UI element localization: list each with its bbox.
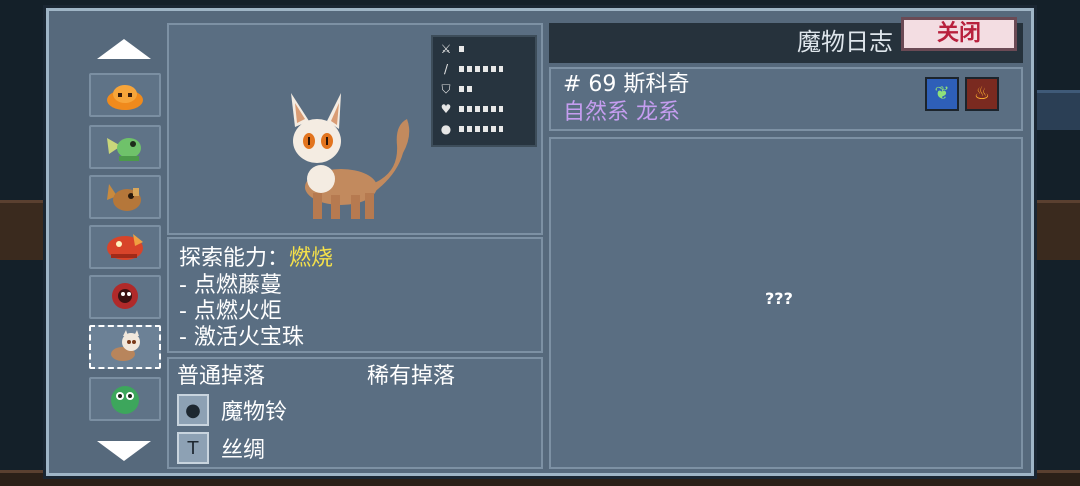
stat-defense-bar: [459, 86, 472, 92]
monster-slot-green-dragon[interactable]: [89, 125, 161, 169]
drop-item-label: 魔物铃: [221, 400, 288, 425]
close-button[interactable]: 关闭: [901, 17, 1017, 51]
stat-mana: ●: [439, 121, 503, 137]
stat-magic-bar: [459, 66, 503, 72]
drop-item[interactable]: ● 魔物铃: [177, 393, 287, 427]
sword-icon: ⚔: [440, 42, 452, 56]
monster-portrait-image: [291, 93, 410, 219]
staff-icon: /: [443, 62, 449, 76]
brown-beast-icon: [107, 184, 141, 211]
green-dragon-icon: [107, 138, 141, 161]
ability-label: 探索能力：: [179, 246, 290, 271]
monster-journal-panel: ⚔ / ⛉ ♥ ● 探索能力：燃烧 - 点燃藤蔓 - 点燃火炬 - 激活火宝珠 …: [46, 8, 1034, 476]
ability-heading: 探索能力：燃烧: [179, 245, 333, 273]
drops-box: 普通掉落 稀有掉落 ● 魔物铃 T 丝绸: [167, 357, 543, 469]
stat-mana-bar: [459, 126, 503, 132]
drop-item-label: 丝绸: [221, 438, 266, 463]
stat-defense: ⛉: [439, 81, 472, 97]
stat-magic: /: [439, 61, 503, 77]
monster-list-sidebar: [65, 21, 161, 471]
fire-icon: ♨: [965, 77, 999, 111]
stat-health: ♥: [439, 101, 503, 117]
cat-monster-icon: [111, 330, 140, 361]
monster-info-box: # 69 斯科奇 自然系 龙系 ❦ ♨: [549, 67, 1023, 131]
unknown-location: ???: [765, 289, 793, 308]
heart-icon: ♥: [440, 102, 452, 116]
ability-value: 燃烧: [289, 246, 334, 271]
journal-title: 魔物日志: [797, 28, 893, 56]
red-dragon-icon: [107, 234, 143, 260]
background-ledge: [1034, 90, 1080, 130]
potion-icon: ●: [440, 122, 452, 136]
scroll-up-arrow-icon[interactable]: [97, 39, 151, 59]
rare-drops-heading: 稀有掉落: [367, 364, 456, 389]
monster-area-box: ???: [549, 137, 1023, 469]
monster-number-name: # 69 斯科奇: [563, 72, 690, 97]
background-ledge: [1034, 200, 1080, 260]
hammer-icon: T: [177, 432, 209, 464]
nature-icon: ❦: [925, 77, 959, 111]
green-owl-icon: [111, 386, 139, 414]
ability-list-item: - 点燃火炬: [179, 299, 282, 324]
monster-slot-cat-monster[interactable]: [89, 325, 161, 369]
monster-slot-red-dragon[interactable]: [89, 225, 161, 269]
red-tentacle-beast-icon: [112, 283, 138, 309]
background-ledge: [0, 200, 46, 260]
stat-health-bar: [459, 106, 503, 112]
stat-attack: ⚔: [439, 41, 467, 57]
ability-list-item: - 激活火宝珠: [179, 325, 304, 350]
monster-portrait-box: ⚔ / ⛉ ♥ ●: [167, 23, 543, 235]
monster-stats-panel: ⚔ / ⛉ ♥ ●: [431, 35, 537, 147]
common-drops-heading: 普通掉落: [177, 364, 266, 389]
monster-slot-green-owl[interactable]: [89, 377, 161, 421]
ability-list-item: - 点燃藤蔓: [179, 273, 282, 298]
monster-slot-orange-slime[interactable]: [89, 73, 161, 117]
monster-slot-red-tentacle-beast[interactable]: [89, 275, 161, 319]
stat-attack-bar: [459, 46, 467, 52]
orange-slime-icon: [107, 85, 143, 110]
exploration-ability-box: 探索能力：燃烧 - 点燃藤蔓 - 点燃火炬 - 激活火宝珠: [167, 237, 543, 353]
scroll-down-arrow-icon[interactable]: [97, 441, 151, 461]
bomb-icon: ●: [177, 394, 209, 426]
drop-item[interactable]: T 丝绸: [177, 431, 265, 465]
shield-icon: ⛉: [441, 82, 451, 96]
monster-types: 自然系 龙系: [563, 100, 680, 125]
monster-slot-brown-beast[interactable]: [89, 175, 161, 219]
